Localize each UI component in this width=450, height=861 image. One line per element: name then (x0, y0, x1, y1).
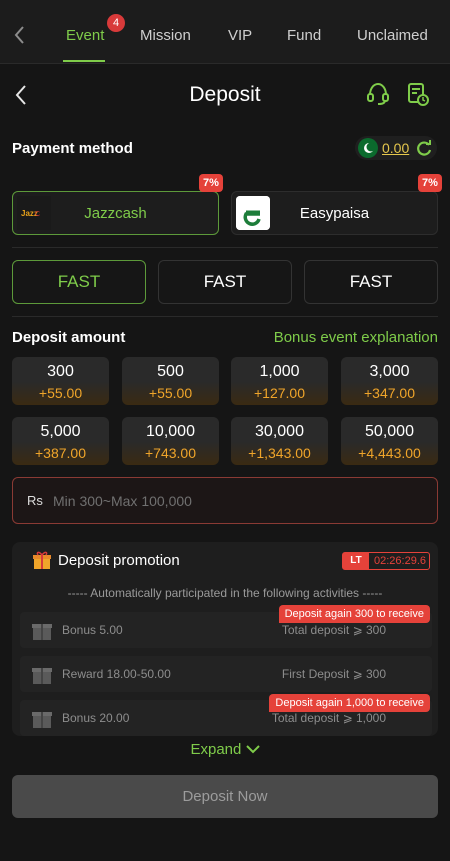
amount-value: 10,000 (146, 423, 195, 440)
bonus-explanation-link[interactable]: Bonus event explanation (274, 329, 438, 346)
easypaisa-label: Easypaisa (299, 205, 370, 222)
amount-value: 50,000 (365, 423, 414, 440)
amount-value: 30,000 (255, 423, 304, 440)
balance-amount: 0.00 (382, 140, 410, 156)
amount-input[interactable]: Rs Min 300~Max 100,000 (12, 477, 438, 524)
activity-row[interactable]: Reward 18.00-50.00 First Deposit ⩾ 300 (20, 656, 432, 692)
activity-title: Bonus 20.00 (62, 711, 130, 725)
channel-fast-1[interactable]: FAST (12, 260, 146, 304)
activity-condition: Total deposit ⩾ 1,000 (271, 711, 386, 725)
amount-bonus: +347.00 (364, 385, 415, 401)
activity-title: Reward 18.00-50.00 (62, 667, 171, 681)
countdown-timer: LT 02:26:29.6 (342, 552, 430, 570)
amount-value: 3,000 (369, 363, 410, 380)
deposit-again-tip: Deposit again 300 to receive (278, 605, 430, 623)
jazzcash-label: Jazzcash (84, 205, 147, 222)
tab-event[interactable]: Event (66, 27, 104, 44)
amount-option[interactable]: 300 +55.00 (12, 357, 109, 405)
headset-icon[interactable] (366, 81, 390, 107)
expand-button[interactable]: Expand (0, 741, 450, 758)
payment-method-easypaisa[interactable]: Easypaisa (231, 191, 438, 235)
promotion-title: Deposit promotion (58, 552, 180, 569)
activity-condition: Total deposit ⩾ 300 (281, 623, 386, 637)
top-tab-bar: Event 4 Mission VIP Fund Unclaimed (0, 0, 450, 64)
page-header: Deposit (0, 64, 450, 124)
currency-label: Rs (27, 493, 43, 508)
tab-unclaimed[interactable]: Unclaimed (357, 27, 428, 44)
divider (12, 316, 438, 317)
payment-method-jazzcash[interactable]: Jazz C Jazzcash (12, 191, 219, 235)
amount-bonus: +387.00 (35, 445, 86, 461)
event-count-badge: 4 (107, 14, 125, 32)
amount-option[interactable]: 50,000 +4,443.00 (341, 417, 438, 465)
channel-fast-2[interactable]: FAST (158, 260, 292, 304)
channel-fast-3[interactable]: FAST (304, 260, 438, 304)
timer-value: 02:26:29.6 (374, 555, 426, 567)
amount-option[interactable]: 10,000 +743.00 (122, 417, 219, 465)
pakistan-flag-icon (358, 138, 378, 158)
refresh-icon[interactable] (415, 139, 433, 157)
bonus-percent-badge: 7% (418, 174, 442, 192)
payment-method-label: Payment method (12, 140, 133, 157)
deposit-again-tip: Deposit again 1,000 to receive (269, 694, 430, 712)
amount-value: 1,000 (259, 363, 300, 380)
back-icon[interactable] (10, 22, 30, 48)
amount-value: 5,000 (40, 423, 81, 440)
gift-icon (32, 712, 52, 728)
amount-option[interactable]: 500 +55.00 (122, 357, 219, 405)
lt-label: LT (343, 553, 369, 569)
amount-value: 300 (47, 363, 74, 380)
tab-fund[interactable]: Fund (287, 27, 321, 44)
tab-mission[interactable]: Mission (140, 27, 191, 44)
amount-option[interactable]: 3,000 +347.00 (341, 357, 438, 405)
active-tab-indicator (63, 60, 105, 62)
auto-participate-text: ----- Automatically participated in the … (67, 586, 383, 600)
record-icon[interactable] (406, 81, 430, 107)
amount-option[interactable]: 1,000 +127.00 (231, 357, 328, 405)
deposit-amount-label: Deposit amount (12, 329, 126, 346)
amount-bonus: +743.00 (145, 445, 196, 461)
tab-vip[interactable]: VIP (228, 27, 252, 44)
gift-icon (33, 551, 51, 569)
bonus-percent-badge: 7% (199, 174, 223, 192)
amount-bonus: +4,443.00 (358, 445, 421, 461)
activity-title: Bonus 5.00 (62, 623, 123, 637)
chevron-down-icon (245, 745, 260, 754)
amount-option[interactable]: 30,000 +1,343.00 (231, 417, 328, 465)
amount-value: 500 (157, 363, 184, 380)
expand-label: Expand (190, 741, 242, 758)
balance-pill[interactable]: 0.00 (355, 136, 437, 160)
activity-condition: First Deposit ⩾ 300 (281, 667, 386, 681)
gift-icon (32, 624, 52, 640)
amount-bonus: +127.00 (254, 385, 305, 401)
deposit-now-button[interactable]: Deposit Now (12, 775, 438, 818)
amount-option[interactable]: 5,000 +387.00 (12, 417, 109, 465)
divider (12, 247, 438, 248)
amount-placeholder: Min 300~Max 100,000 (53, 493, 192, 509)
amount-bonus: +55.00 (148, 385, 193, 401)
gift-icon (32, 668, 52, 684)
deposit-promotion-panel: Deposit promotion LT 02:26:29.6 ----- Au… (12, 542, 438, 736)
amount-bonus: +1,343.00 (248, 445, 311, 461)
amount-bonus: +55.00 (38, 385, 83, 401)
